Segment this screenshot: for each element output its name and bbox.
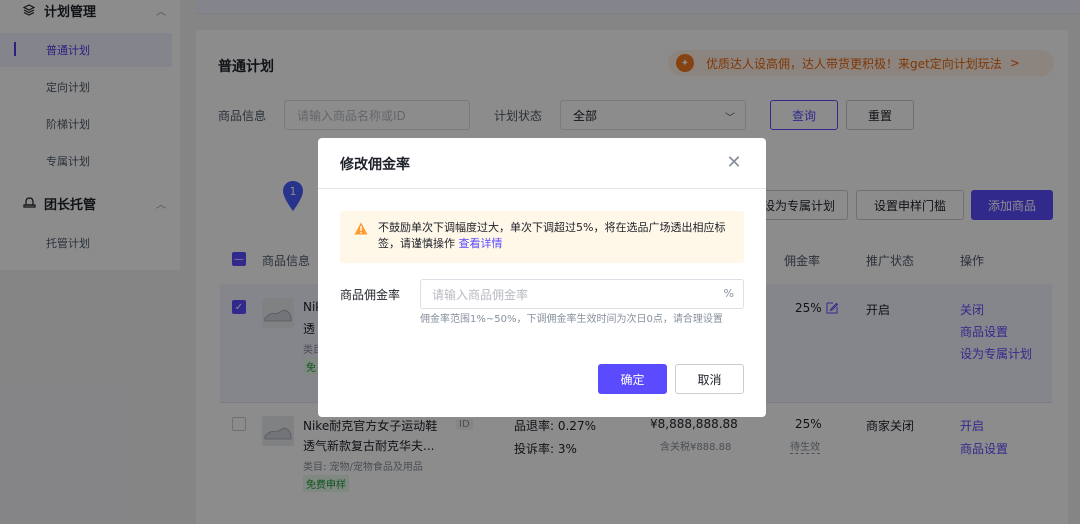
percent-suffix: %	[723, 287, 734, 300]
edit-commission-modal: 修改佣金率 ✕ 不鼓励单次下调幅度过大，单次下调超过5%，将在选品广场透出相应标…	[318, 138, 766, 417]
modal-title: 修改佣金率	[340, 157, 410, 173]
view-details-link[interactable]: 查看详情	[459, 237, 503, 250]
cancel-button[interactable]: 取消	[675, 364, 744, 394]
warning-text: 不鼓励单次下调幅度过大，单次下调超过5%，将在选品广场透出相应标签，请谨慎操作	[378, 221, 726, 250]
commission-hint: 佣金率范围1%~50%，下调佣金率生效时间为次日0点，请合理设置	[420, 314, 723, 325]
modal-divider	[318, 188, 766, 189]
close-icon[interactable]: ✕	[724, 152, 744, 173]
commission-rate-input[interactable]: 请输入商品佣金率 %	[420, 279, 744, 309]
warning-icon	[354, 222, 368, 235]
warning-alert: 不鼓励单次下调幅度过大，单次下调超过5%，将在选品广场透出相应标签，请谨慎操作 …	[340, 211, 744, 263]
commission-rate-placeholder: 请输入商品佣金率	[432, 287, 529, 302]
confirm-button[interactable]: 确定	[598, 364, 667, 394]
commission-field-label: 商品佣金率	[340, 288, 401, 302]
